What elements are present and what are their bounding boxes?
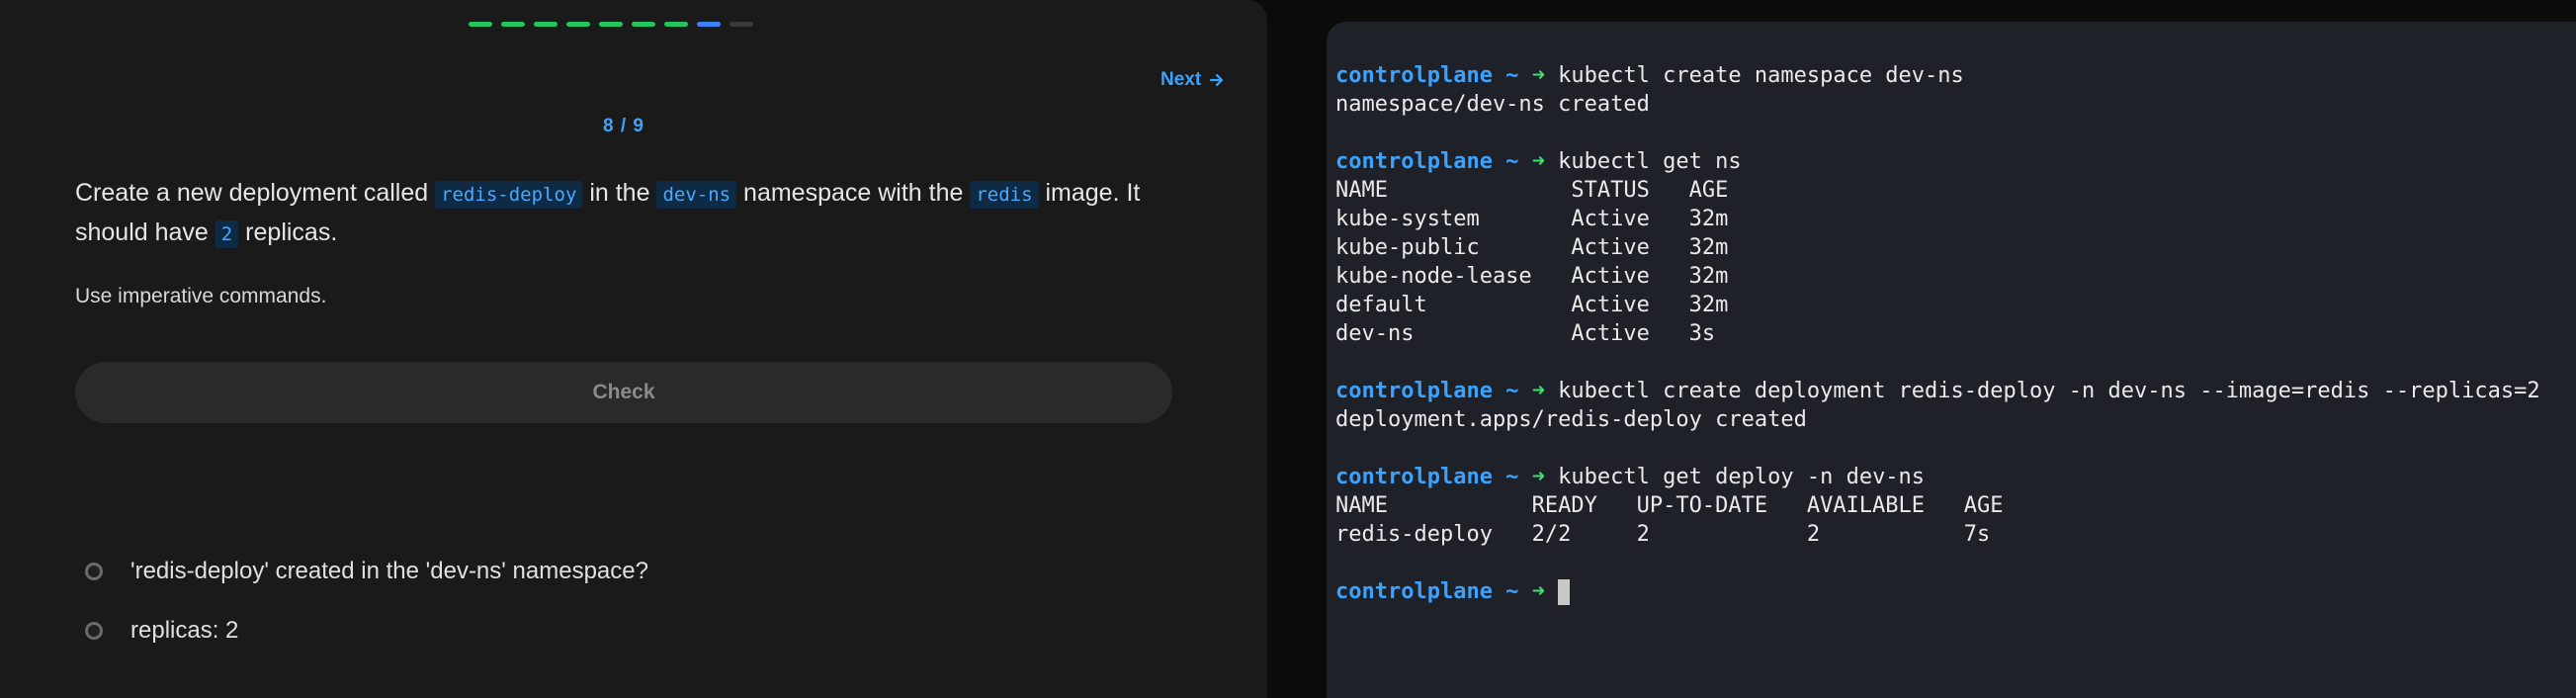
progress-segment [501,22,525,27]
check-button[interactable]: Check [75,362,1172,423]
progress-segment [632,22,655,27]
task-label: replicas: 2 [130,617,239,644]
status-circle-icon [85,563,103,580]
progress-segment [469,22,492,27]
question-text-part: namespace with the [736,179,971,207]
arrow-right-icon [1209,72,1225,88]
progress-segment [534,22,558,27]
inline-code-namespace: dev-ns [656,181,737,209]
terminal-output-line: NAME STATUS AGE [1335,178,1729,203]
progress-indicator [469,22,753,27]
terminal-prompt-line: controlplane ~ ➜ kubectl create namespac… [1335,61,2540,90]
terminal-output-line: dev-ns Active 3s [1335,321,1716,346]
question-text-part: replicas. [238,218,338,246]
terminal-output-line: kube-system Active 32m [1335,207,1729,231]
terminal[interactable]: controlplane ~ ➜ kubectl create namespac… [1327,22,2576,698]
question-counter: 8 / 9 [603,116,644,136]
terminal-output: controlplane ~ ➜ kubectl create namespac… [1335,61,2540,606]
prompt-arrow-icon: ➜ [1531,63,1545,88]
inline-code-replicas: 2 [215,220,239,248]
progress-segment [566,22,590,27]
progress-segment [697,22,721,27]
terminal-output-line: kube-node-lease Active 32m [1335,264,1729,289]
task-label: 'redis-deploy' created in the 'dev-ns' n… [130,558,648,584]
terminal-command: kubectl create namespace dev-ns [1544,63,1964,88]
prompt-arrow-icon: ➜ [1531,149,1545,174]
terminal-prompt-line: controlplane ~ ➜ kubectl get ns [1335,147,2540,176]
terminal-cursor [1558,579,1571,605]
terminal-command [1545,579,1558,604]
terminal-output-line: deployment.apps/redis-deploy created [1335,407,1807,432]
task-item: 'redis-deploy' created in the 'dev-ns' n… [85,558,648,585]
terminal-output-line: redis-deploy 2/2 2 2 7s [1335,522,1991,547]
prompt-host: controlplane ~ [1335,579,1532,604]
progress-segment [599,22,623,27]
question-text-part: Create a new deployment called [75,179,436,207]
terminal-output-line: NAME READY UP-TO-DATE AVAILABLE AGE [1335,493,2004,518]
inline-code-image: redis [970,181,1039,209]
prompt-arrow-icon: ➜ [1531,379,1545,403]
progress-segment [664,22,688,27]
prompt-host: controlplane ~ [1335,379,1532,403]
next-label: Next [1160,69,1202,90]
terminal-command: kubectl get deploy -n dev-ns [1544,465,1926,489]
terminal-command: kubectl create deployment redis-deploy -… [1544,379,2540,403]
question-text-part: in the [582,179,657,207]
prompt-arrow-icon: ➜ [1531,579,1545,604]
prompt-host: controlplane ~ [1335,465,1532,489]
next-button[interactable]: Next [1160,69,1225,91]
lesson-panel: Next 8 / 9 Create a new deployment calle… [0,0,1267,698]
terminal-command: kubectl get ns [1544,149,1742,174]
hint-text: Use imperative commands. [75,285,327,307]
inline-code-deployment: redis-deploy [435,181,583,209]
terminal-output-line: default Active 32m [1335,293,1729,317]
terminal-prompt-line: controlplane ~ ➜ kubectl create deployme… [1335,377,2540,405]
task-item: replicas: 2 [85,617,238,645]
prompt-host: controlplane ~ [1335,149,1532,174]
question-text: Create a new deployment called redis-dep… [75,174,1192,253]
prompt-arrow-icon: ➜ [1531,465,1545,489]
prompt-host: controlplane ~ [1335,63,1532,88]
progress-segment [730,22,753,27]
status-circle-icon [85,622,103,640]
terminal-output-line: namespace/dev-ns created [1335,92,1650,117]
terminal-prompt-line: controlplane ~ ➜ kubectl get deploy -n d… [1335,463,2540,491]
terminal-prompt-line: controlplane ~ ➜ [1335,577,2540,606]
panel-divider [1267,0,1327,698]
terminal-output-line: kube-public Active 32m [1335,235,1729,260]
